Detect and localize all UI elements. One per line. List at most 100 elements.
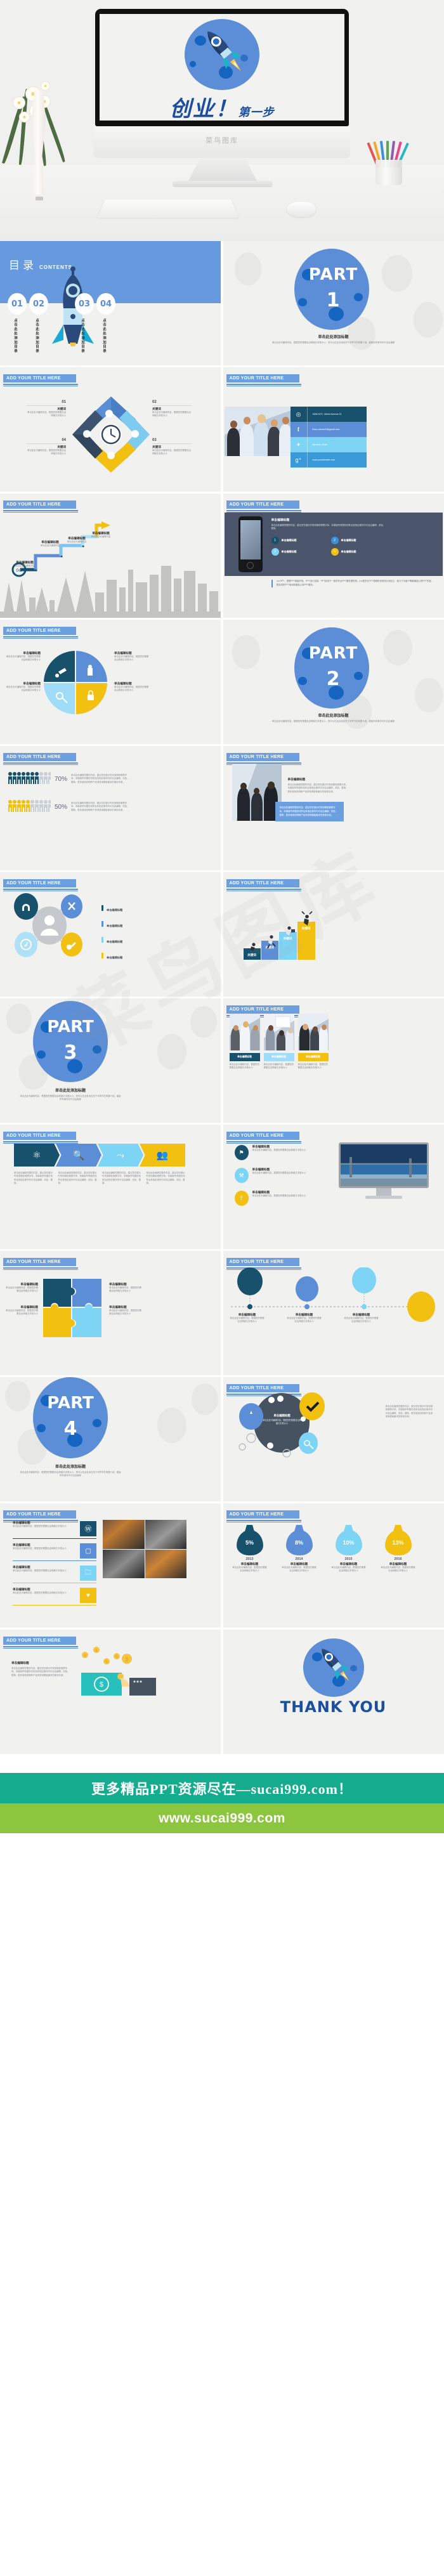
contact-row-location[interactable]: ◎ 3456 NYC, Street Avenue 21: [290, 407, 367, 422]
slide-bubble-cluster[interactable]: ADD YOUR TITLE HERE 单击编辑标题 单击此处可编辑内容，根据您…: [223, 1377, 444, 1501]
slide-cycle-four[interactable]: ADD YOUR TITLE HERE 01 关键词 单击此处可编辑内容，根据您…: [0, 367, 221, 492]
puzzle-body-3: 单击此处可编辑内容，根据您的需要自由伸缩文本框大小: [6, 1309, 38, 1316]
money-bag-2-value: 8%: [285, 1530, 313, 1555]
toc-number-3[interactable]: 03: [75, 293, 94, 315]
cycle-item-2: 02 关键词 单击此处可编辑内容，根据您的需要自由伸缩文本框大小: [152, 400, 192, 418]
slide-roadmap[interactable]: ADD YOUR TITLE HERE GO 单击编辑标题 单击此处可编辑内容 …: [0, 494, 221, 618]
monitor-feature-3[interactable]: ⤒ 单击编辑标题 单击此处可编辑内容，根据您的需要自由伸缩文本框大小: [234, 1191, 317, 1206]
slide-thank-you[interactable]: THANK YOU: [223, 1630, 444, 1754]
slide-money-bags[interactable]: ADD YOUR TITLE HERE 5% 2013 单击编辑标题 单击此处可…: [223, 1503, 444, 1628]
team-card-3[interactable]: 单击编辑标题 单击此处可编辑内容，根据您的需要自由伸缩文本框大小: [297, 1014, 329, 1070]
part-subtitle: 单击此处添加标题 单击此处可编辑内容，根据您的需要自由伸缩文本框大小、您可以在此…: [223, 712, 444, 723]
svg-text:$: $: [125, 1656, 128, 1663]
pictogram-note-1: 单击此处编辑您要的内容，建议您在展示时采用微软雅黑字体、本模版所有图形线条及其相…: [71, 774, 129, 783]
roadmap-step-4-body: 单击此处可编辑内容: [91, 535, 111, 538]
money-heading: 单击编辑标题: [11, 1661, 29, 1664]
toc-number-2[interactable]: 02: [29, 293, 48, 315]
phone-feature-3[interactable]: 3 单击编辑标题: [271, 548, 325, 556]
money-bag-chart: 5% 2013 单击编辑标题 单击此处可编辑内容，根据您的需要自由伸缩文本框大小…: [232, 1525, 435, 1573]
slide-staircase-bars[interactable]: ADD YOUR TITLE HERE 关键词 关键词 关键词 关键词: [223, 872, 444, 997]
money-bag-2: 8% 2014 单击编辑标题 单击此处可编辑内容，根据您的需要自由伸缩文本框大小: [282, 1525, 317, 1573]
footer-banner-secondary[interactable]: www.sucai999.com: [0, 1803, 444, 1833]
slide-handshake-photo[interactable]: ADD YOUR TITLE HERE 单击编辑标题 单击此处编辑您要的内容，建…: [223, 746, 444, 870]
people-icons-row-2: [8, 800, 51, 812]
phone-feature-1[interactable]: 1 单击编辑标题: [271, 537, 325, 544]
ribbon-bar: ⚛ 🔍 ⤳ 👥: [14, 1144, 185, 1167]
toc-number-4[interactable]: 04: [96, 293, 115, 315]
share-icon[interactable]: ⤳: [98, 1144, 143, 1167]
puzzle-body-1: 单击此处可编辑内容，根据您的需要自由伸缩文本框大小: [6, 1286, 38, 1293]
part-subtitle-body: 单击此处可编辑内容，根据您的需要自由伸缩文本框大小、您可以在此处添加关于本章节的…: [271, 720, 395, 722]
team-card-2-body: 单击此处可编辑内容，根据您的需要自由伸缩文本框大小: [263, 1063, 294, 1069]
contact-row-google[interactable]: g⁺ www.yourwebsite.com: [290, 452, 367, 467]
team-card-1[interactable]: 单击编辑标题 单击此处可编辑内容，根据您的需要自由伸缩文本框大小: [229, 1014, 260, 1070]
monitor-feature-2[interactable]: ⚒ 单击编辑标题 单击此处可编辑内容，根据您的需要自由伸缩文本框大小: [234, 1168, 317, 1183]
phone-feature-list: 1 单击编辑标题 2 单击编辑标题 3 单击编辑标题 4 单击编辑标题: [271, 537, 392, 556]
part-number: 4: [63, 1418, 77, 1440]
slide-monitor-features[interactable]: ADD YOUR TITLE HERE ⚑ 单击编辑标题 单击此处可编辑内容，根…: [223, 1125, 444, 1249]
slide-pie-quadrants[interactable]: ADD YOUR TITLE HERE 单击编辑标题 单击此处可编辑内容，根据您…: [0, 620, 221, 744]
slide-icon-cluster[interactable]: ADD YOUR TITLE HERE 单击编辑标题 单击编辑标题 单击编辑标题…: [0, 872, 221, 997]
bubble-center-body: 单击此处可编辑内容，根据您的需要自由伸缩文本框大小: [263, 1419, 301, 1425]
monitor-feature-1[interactable]: ⚑ 单击编辑标题 单击此处可编辑内容，根据您的需要自由伸缩文本框大小: [234, 1145, 317, 1160]
team-photo: [224, 407, 291, 456]
phone-feature-2[interactable]: 2 单击编辑标题: [330, 537, 384, 544]
slide-phone-features[interactable]: ADD YOUR TITLE HERE 单击编辑标题 单击此处编辑您要的内容，建…: [223, 494, 444, 618]
list-item-3[interactable]: 单击编辑标题 单击此处可编辑内容，根据您的需要自由伸缩文本框大小 🗀: [13, 1566, 96, 1583]
handshake-photo: [232, 764, 282, 821]
slide-list-and-collage[interactable]: ADD YOUR TITLE HERE 单击编辑标题 单击此处可编辑内容，根据您…: [0, 1503, 221, 1628]
phone-feature-4[interactable]: 4 单击编辑标题: [330, 548, 384, 556]
cycle-body-4: 单击此处可编辑内容，根据您的需要自由伸缩文本框大小: [27, 449, 66, 455]
monitor-bezel: 创业！第一步: [95, 9, 349, 126]
money-bag-1: 5% 2013 单击编辑标题 单击此处可编辑内容，根据您的需要自由伸缩文本框大小: [232, 1525, 268, 1573]
cycle-item-3: 03 关键词 单击此处可编辑内容，根据您的需要自由伸缩文本框大小: [152, 438, 192, 456]
slide-puzzle[interactable]: ADD YOUR TITLE HERE 单击编辑标题 单击此处可编辑内容，根据您…: [0, 1251, 221, 1375]
ribbon-body-4: 单击此处编辑您要的内容，建议您在展示时采用微软雅黑字体，本模版所有图形线条及其相…: [146, 1172, 185, 1184]
list-item-4[interactable]: 单击编辑标题 单击此处可编辑内容，根据您的需要自由伸缩文本框大小 ♥: [13, 1588, 96, 1605]
phone-feature-2-num: 2: [330, 537, 339, 544]
search-icon[interactable]: 🔍: [56, 1144, 101, 1167]
google-plus-icon: g⁺: [291, 452, 308, 467]
roadmap-path: GO: [11, 521, 110, 577]
slide-table-of-contents[interactable]: 目录 CONTENTS 01 点击此处添加目录 02 点击此处添加目录 03 点…: [0, 241, 221, 365]
slide-ribbon-four[interactable]: ADD YOUR TITLE HERE ⚛ 🔍 ⤳ 👥 单击此处编辑您要的内容，…: [0, 1125, 221, 1249]
toc-number-1[interactable]: 01: [8, 293, 27, 315]
slide-part-3[interactable]: PART 3 单击此处添加标题 单击此处可编辑内容，根据您的需要自由伸缩文本框大…: [0, 998, 221, 1123]
money-body: 单击此处编辑您要的内容，建议您在展示时采用微软雅黑字体、本模版所有图形线条及其相…: [11, 1667, 70, 1677]
puzzle-item-3: 单击编辑标题 单击此处可编辑内容，根据您的需要自由伸缩文本框大小: [5, 1305, 38, 1316]
cycle-num-3: 03: [152, 438, 157, 442]
contact-row-twitter[interactable]: ✦ @nanda_tham: [290, 437, 367, 452]
list-item-2[interactable]: 单击编辑标题 单击此处可编辑内容，根据您的需要自由伸缩文本框大小 ▢: [13, 1543, 96, 1561]
slide-part-2[interactable]: PART 2 单击此处添加标题 单击此处可编辑内容，根据您的需要自由伸缩文本框大…: [223, 620, 444, 744]
ribbon-body-3: 单击此处编辑您要的内容，建议您在展示时采用微软雅黑字体，本模版所有图形线条及其相…: [102, 1172, 141, 1184]
cycle-body-3: 单击此处可编辑内容，根据您的需要自由伸缩文本框大小: [152, 449, 192, 455]
slide-part-4[interactable]: PART 4 单击此处添加标题 单击此处可编辑内容，根据您的需要自由伸缩文本框大…: [0, 1377, 221, 1501]
monitor-feature-list: ⚑ 单击编辑标题 单击此处可编辑内容，根据您的需要自由伸缩文本框大小 ⚒ 单击编…: [234, 1145, 317, 1206]
phone-feature-1-num: 1: [271, 537, 279, 544]
slide-timeline[interactable]: ADD YOUR TITLE HERE 单击编辑标题 单击此处可编辑内容，根据您…: [223, 1251, 444, 1375]
group-icon[interactable]: 👥: [140, 1144, 185, 1167]
phone-feature-4-num: 4: [330, 548, 339, 556]
slide-title: ADD YOUR TITLE HERE: [3, 876, 78, 891]
team-card-2[interactable]: 单击编辑标题 单击此处可编辑内容，根据您的需要自由伸缩文本框大小: [263, 1014, 294, 1070]
list-item-1[interactable]: 单击编辑标题 单击此处可编辑内容，根据您的需要自由伸缩文本框大小 Ⓦ: [13, 1521, 96, 1539]
cycle-num-1: 01: [62, 400, 66, 404]
part-label: PART: [308, 644, 358, 663]
contact-row-facebook[interactable]: f tham.nanda19@gmail.com: [290, 422, 367, 437]
timeline-body-3: 单击此处可编辑内容，根据您的需要自由伸缩文本框大小: [344, 1317, 379, 1323]
footer-banner-primary[interactable]: 更多精品PPT资源尽在—sucai999.com！: [0, 1773, 444, 1803]
slide-title-label: ADD YOUR TITLE HERE: [3, 879, 76, 887]
molecule-icon[interactable]: ⚛: [14, 1144, 60, 1167]
slide-money-illustration[interactable]: ADD YOUR TITLE HERE 单击编辑标题 单击此处编辑您要的内容，建…: [0, 1630, 221, 1754]
slide-pictogram-percentages[interactable]: ADD YOUR TITLE HERE 70% 单击此处编辑您要的内容，建议您在…: [0, 746, 221, 870]
wordpress-icon: Ⓦ: [80, 1521, 96, 1536]
rocket-icon: [303, 1638, 364, 1697]
hero-title-cn: 创业！: [169, 98, 238, 121]
twitter-icon: ✦: [291, 437, 308, 452]
handshake-callout: 单击此处编辑您要的内容，建议您在展示时采用微软雅黑字体、本模版所有图形线条及其相…: [275, 802, 344, 822]
slide-team-contacts[interactable]: ADD YOUR TITLE HERE ◎ 3456 NYC, Street A…: [223, 367, 444, 492]
slide-part-1[interactable]: PART 1 单击此处添加标题 单击此处可编辑内容，根据您的需要自由伸缩文本框大…: [223, 241, 444, 365]
slide-team-cards[interactable]: ADD YOUR TITLE HERE 单击编辑标题 单击此处可编辑内容，根据您…: [223, 998, 444, 1123]
slide-title-label: ADD YOUR TITLE HERE: [226, 500, 299, 509]
contact-text-location: 3456 NYC, Street Avenue 21: [312, 413, 342, 415]
